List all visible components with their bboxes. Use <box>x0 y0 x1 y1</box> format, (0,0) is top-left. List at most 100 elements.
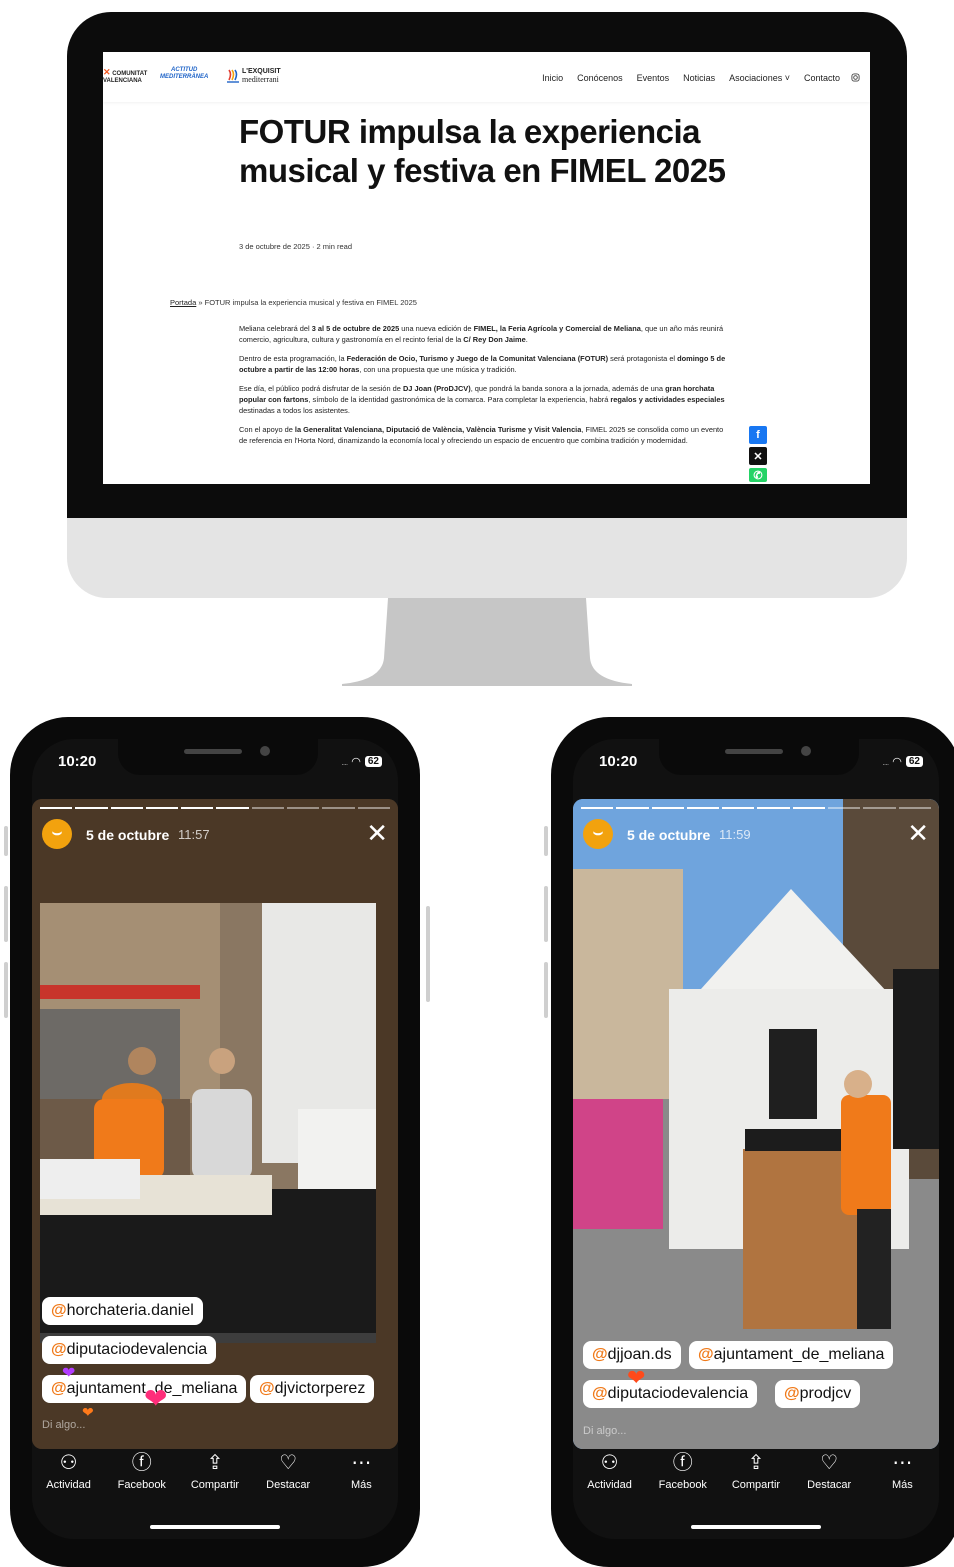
heart-icon: ❤ <box>144 1383 168 1414</box>
reply-placeholder[interactable]: Di algo... <box>42 1419 85 1431</box>
facebook-icon: ⓕ <box>672 1452 693 1474</box>
exquisit-logo-icon <box>227 69 239 83</box>
mention-tag[interactable]: @diputaciodevalencia <box>583 1380 758 1408</box>
heart-icon: ❤ <box>82 1404 94 1420</box>
phone-notch <box>659 739 859 775</box>
phone-right: 10:20 .... ◠ 62 ⌣ 5 de octubre 11:59 ✕ @… <box>551 717 954 1567</box>
home-indicator <box>150 1525 280 1529</box>
x-icon[interactable]: ✕ <box>749 447 767 465</box>
signal-icon: .... <box>341 756 348 767</box>
more-button[interactable]: ⋯ Más <box>866 1451 938 1491</box>
home-indicator <box>691 1525 821 1529</box>
story-view[interactable]: ⌣ 5 de octubre 11:57 ✕ @horchateria.dani… <box>32 799 398 1449</box>
monitor-stand <box>342 598 632 686</box>
article-body: Meliana celebrará del 3 al 5 de octubre … <box>239 323 729 454</box>
status-bar: .... ◠ 62 <box>341 755 382 768</box>
phone-notch <box>118 739 318 775</box>
battery-icon: 62 <box>905 756 923 767</box>
nav-item-contacto[interactable]: Contacto <box>804 73 840 83</box>
logo-actitud-mediterranea[interactable]: ACTITUD MEDITERRÀNEA <box>160 67 208 81</box>
nav-item-asociaciones[interactable]: Asociaciones ˅ <box>729 73 790 83</box>
whatsapp-icon[interactable]: ✆ <box>749 468 767 482</box>
phone-speaker <box>725 749 783 754</box>
phone-side-button <box>544 886 548 942</box>
phone-side-button <box>544 826 548 856</box>
mention-tag[interactable]: @horchateria.daniel <box>42 1297 203 1325</box>
story-progress <box>40 807 390 809</box>
breadcrumb: Portada » FOTUR impulsa la experiencia m… <box>170 298 417 307</box>
logo-text: mediterrani <box>242 75 279 84</box>
story-actions-bar: ⚇ Actividad ⓕ Facebook ⇪ Compartir ♡ Destaca… <box>32 1451 398 1491</box>
phone-speaker <box>184 749 242 754</box>
breadcrumb-home-link[interactable]: Portada <box>170 298 196 307</box>
article-title: FOTUR impulsa la experiencia musical y f… <box>239 113 726 189</box>
nav-item-conocenos[interactable]: Conócenos <box>577 73 623 83</box>
article-meta: 3 de octubre de 2025 · 2 min read <box>239 242 352 251</box>
share-button[interactable]: ⇪ Compartir <box>720 1451 792 1491</box>
star-icon: ✕ <box>103 67 111 77</box>
avatar[interactable]: ⌣ <box>583 819 613 849</box>
nav-item-inicio[interactable]: Inicio <box>542 73 563 83</box>
monitor-chin <box>67 518 907 598</box>
heart-icon: ❤ <box>627 1365 646 1390</box>
story-actions-bar: ⚇ Actividad ⓕ Facebook ⇪ Compartir ♡ Destaca… <box>573 1451 939 1491</box>
facebook-button[interactable]: ⓕ Facebook <box>106 1451 178 1491</box>
highlight-button[interactable]: ♡ Destacar <box>252 1451 324 1491</box>
mention-tag[interactable]: @djvictorperez <box>250 1375 375 1403</box>
logo-text: MEDITERRÀNEA <box>160 74 209 80</box>
share-icon: ⇪ <box>206 1452 224 1474</box>
logo-text: L'EXQUISIT <box>242 68 281 75</box>
story-progress <box>581 807 931 809</box>
more-icon: ⋯ <box>351 1452 372 1474</box>
story-date: 5 de octubre <box>627 827 711 843</box>
status-time: 10:20 <box>58 753 97 770</box>
people-icon: ⚇ <box>59 1452 78 1474</box>
logo-exquisit-mediterrani[interactable]: L'EXQUISIT mediterrani <box>227 68 281 84</box>
activity-button[interactable]: ⚇ Actividad <box>574 1451 646 1491</box>
reply-placeholder[interactable]: Di algo... <box>583 1425 626 1437</box>
highlight-heart-icon: ♡ <box>820 1452 839 1474</box>
logo-comunitat-valenciana[interactable]: ✕ COMUNITAT VALENCIANA <box>103 67 148 85</box>
highlight-button[interactable]: ♡ Destacar <box>793 1451 865 1491</box>
story-view[interactable]: ⌣ 5 de octubre 11:59 ✕ @djjoan.ds @ajunt… <box>573 799 939 1449</box>
activity-button[interactable]: ⚇ Actividad <box>33 1451 105 1491</box>
browser-screen: ✕ COMUNITAT VALENCIANA ACTITUD MEDITERRÀ… <box>103 52 870 484</box>
facebook-icon[interactable]: f <box>749 426 767 444</box>
mention-tag[interactable]: @diputaciodevalencia <box>42 1336 217 1364</box>
main-nav: Inicio Conócenos Eventos Noticias Asocia… <box>542 73 840 83</box>
facebook-button[interactable]: ⓕ Facebook <box>647 1451 719 1491</box>
wifi-icon: ◠ <box>351 756 361 768</box>
mention-tag[interactable]: @ajuntament_de_meliana <box>689 1341 894 1369</box>
close-icon[interactable]: ✕ <box>366 820 388 846</box>
mention-tag[interactable]: @prodjcv <box>775 1380 861 1408</box>
site-header: ✕ COMUNITAT VALENCIANA ACTITUD MEDITERRÀ… <box>103 52 870 102</box>
close-icon[interactable]: ✕ <box>907 820 929 846</box>
nav-item-noticias[interactable]: Noticias <box>683 73 715 83</box>
facebook-icon: ⓕ <box>131 1452 152 1474</box>
paragraph: Meliana celebrará del 3 al 5 de octubre … <box>239 324 724 344</box>
story-date: 5 de octubre <box>86 827 170 843</box>
battery-icon: 62 <box>364 756 382 767</box>
people-icon: ⚇ <box>600 1452 619 1474</box>
more-button[interactable]: ⋯ Más <box>325 1451 397 1491</box>
share-button[interactable]: ⇪ Compartir <box>179 1451 251 1491</box>
paragraph: Ese día, el público podrá disfrutar de l… <box>239 384 725 415</box>
story-time: 11:57 <box>178 827 210 842</box>
phone-camera <box>801 746 811 756</box>
status-time: 10:20 <box>599 753 638 770</box>
share-icon: ⇪ <box>747 1452 765 1474</box>
logo-text: VALENCIANA <box>103 78 142 84</box>
logo-text: COMUNITAT <box>112 71 148 77</box>
logo-text: ACTITUD <box>171 67 198 73</box>
avatar[interactable]: ⌣ <box>42 819 72 849</box>
phone-side-button <box>4 886 8 942</box>
more-icon: ⋯ <box>892 1452 913 1474</box>
nav-item-eventos[interactable]: Eventos <box>637 73 670 83</box>
instagram-icon[interactable] <box>851 73 860 84</box>
phone-side-button <box>4 962 8 1018</box>
wifi-icon: ◠ <box>892 756 902 768</box>
status-bar: .... ◠ 62 <box>882 755 923 768</box>
story-time: 11:59 <box>719 827 751 842</box>
breadcrumb-current: » FOTUR impulsa la experiencia musical y… <box>196 298 417 307</box>
phone-camera <box>260 746 270 756</box>
